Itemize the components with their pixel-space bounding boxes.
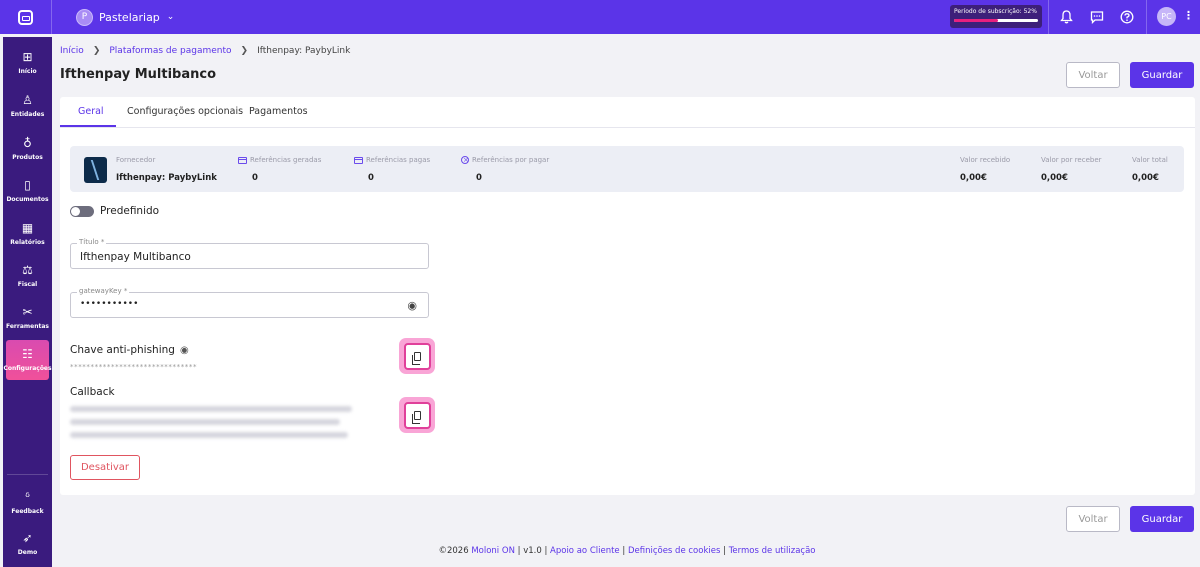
app-logo[interactable] xyxy=(0,0,52,34)
sidebar: ⊞ Início ♙ Entidades ♁ Produtos ▯ Docume… xyxy=(3,37,52,567)
user-avatar[interactable]: PC xyxy=(1157,7,1176,26)
sidebar-item-ferramentas[interactable]: ✂ Ferramentas xyxy=(3,298,52,338)
subscription-progress-bar xyxy=(954,19,1038,22)
title-field[interactable]: Título * Ifthenpay Multibanco xyxy=(70,238,429,269)
more-menu-icon[interactable]: ⋮ xyxy=(1183,9,1194,22)
callback-label: Callback xyxy=(70,386,115,398)
sidebar-item-entidades[interactable]: ♙ Entidades xyxy=(3,86,52,126)
sidebar-item-inicio[interactable]: ⊞ Início xyxy=(3,43,52,83)
company-name: Pastelariap xyxy=(99,10,160,24)
disable-button[interactable]: Desativar xyxy=(70,455,140,480)
copy-callback-button[interactable] xyxy=(399,397,435,433)
settings-sliders-icon: ☷ xyxy=(22,347,33,361)
provider-name: Ifthenpay: PaybyLink xyxy=(116,173,217,183)
chevron-right-icon: ❯ xyxy=(240,46,249,56)
card-icon xyxy=(238,156,247,164)
provider-logo xyxy=(84,157,107,183)
tab-configuracoes-opcionais[interactable]: Configurações opcionais xyxy=(127,106,243,117)
gateway-key-field[interactable]: gatewayKey * ••••••••••• ◉ xyxy=(70,287,429,318)
to-receive-label: Valor por receber xyxy=(1041,156,1102,164)
title-input[interactable]: Ifthenpay Multibanco xyxy=(80,251,380,263)
gateway-key-input[interactable]: ••••••••••• xyxy=(80,299,380,309)
footer-support-link[interactable]: Apoio ao Cliente xyxy=(550,546,620,556)
refs-generated-label: Referências geradas xyxy=(238,156,321,164)
cross-circle-icon xyxy=(461,156,469,164)
sidebar-item-fiscal[interactable]: ⚖ Fiscal xyxy=(3,256,52,296)
subscription-label: Período de subscrição: 52% xyxy=(954,8,1037,15)
sidebar-item-feedback[interactable]: ᵟ Feedback xyxy=(3,483,52,523)
user-icon: ♙ xyxy=(22,93,33,107)
copy-antiphishing-button[interactable] xyxy=(399,338,435,374)
footer-cookies-link[interactable]: Definições de cookies xyxy=(628,546,720,556)
total-value: 0,00€ xyxy=(1132,173,1159,183)
refs-paid-value: 0 xyxy=(368,173,374,183)
tab-geral[interactable]: Geral xyxy=(78,106,104,117)
copy-icon xyxy=(411,410,421,424)
chevron-right-icon: ❯ xyxy=(92,46,101,56)
default-toggle-label: Predefinido xyxy=(100,205,160,217)
report-icon: ▦ xyxy=(21,221,34,235)
sidebar-item-documentos[interactable]: ▯ Documentos xyxy=(3,171,52,211)
received-value: 0,00€ xyxy=(960,173,987,183)
help-icon[interactable] xyxy=(1118,8,1135,25)
breadcrumb-home[interactable]: Início xyxy=(60,46,84,56)
sidebar-item-configuracoes[interactable]: ☷ Configurações xyxy=(3,340,52,380)
received-label: Valor recebido xyxy=(960,156,1011,164)
refs-unpaid-value: 0 xyxy=(476,173,482,183)
fiscal-icon: ⚖ xyxy=(22,263,33,277)
bell-icon[interactable] xyxy=(1058,8,1075,25)
page-title: Ifthenpay Multibanco xyxy=(60,67,216,82)
save-button-top[interactable]: Guardar xyxy=(1130,62,1194,88)
breadcrumb-payment-platforms[interactable]: Plataformas de pagamento xyxy=(109,46,231,56)
refs-generated-value: 0 xyxy=(252,173,258,183)
card-icon xyxy=(354,156,363,164)
eye-icon[interactable]: ◉ xyxy=(407,299,417,312)
refs-unpaid-label: Referências por pagar xyxy=(461,156,549,164)
eye-icon[interactable]: ◉ xyxy=(180,345,189,356)
tools-icon: ✂ xyxy=(22,305,33,319)
home-icon: ⊞ xyxy=(22,50,33,64)
chat-icon[interactable] xyxy=(1088,8,1105,25)
chevron-down-icon: ⌄ xyxy=(166,12,175,22)
stats-panel: Fornecedor Ifthenpay: PaybyLink Referênc… xyxy=(70,146,1184,192)
breadcrumb: Início ❯ Plataformas de pagamento ❯ Ifth… xyxy=(60,46,350,56)
feedback-icon: ᵟ xyxy=(25,490,30,504)
copy-icon xyxy=(411,351,421,365)
callback-value-line xyxy=(70,432,348,438)
back-button-top[interactable]: Voltar xyxy=(1066,62,1120,88)
gateway-key-label: gatewayKey * xyxy=(77,287,130,295)
refs-paid-label: Referências pagas xyxy=(354,156,430,164)
footer-brand-link[interactable]: Moloni ON xyxy=(471,546,515,556)
title-field-label: Título * xyxy=(77,238,107,246)
products-icon: ♁ xyxy=(23,136,32,150)
breadcrumb-current: Ifthenpay: PaybyLink xyxy=(257,46,351,56)
callback-value-line xyxy=(70,419,340,425)
back-button-bottom[interactable]: Voltar xyxy=(1066,506,1120,532)
document-icon: ▯ xyxy=(24,178,31,192)
company-avatar: P xyxy=(76,8,93,26)
antiphishing-masked-value: ******************************* xyxy=(70,363,198,371)
default-toggle[interactable] xyxy=(70,206,94,217)
antiphishing-label: Chave anti-phishing ◉ xyxy=(70,344,189,356)
rocket-icon: ➶ xyxy=(22,531,33,545)
sidebar-item-relatorios[interactable]: ▦ Relatórios xyxy=(3,214,52,254)
sidebar-item-demo[interactable]: ➶ Demo xyxy=(3,524,52,564)
settings-card: Geral Configurações opcionais Pagamentos… xyxy=(60,97,1195,495)
provider-label: Fornecedor xyxy=(116,156,156,164)
callback-value-line xyxy=(70,406,352,412)
footer-terms-link[interactable]: Termos de utilização xyxy=(729,546,816,556)
sidebar-item-produtos[interactable]: ♁ Produtos xyxy=(3,129,52,169)
to-receive-value: 0,00€ xyxy=(1041,173,1068,183)
company-selector[interactable]: P Pastelariap ⌄ xyxy=(76,8,175,26)
tab-pagamentos[interactable]: Pagamentos xyxy=(249,106,308,117)
subscription-period-indicator[interactable]: Período de subscrição: 52% xyxy=(950,5,1042,28)
footer: ©2026 Moloni ON | v1.0 | Apoio ao Client… xyxy=(438,546,816,556)
save-button-bottom[interactable]: Guardar xyxy=(1130,506,1194,532)
total-label: Valor total xyxy=(1132,156,1168,164)
